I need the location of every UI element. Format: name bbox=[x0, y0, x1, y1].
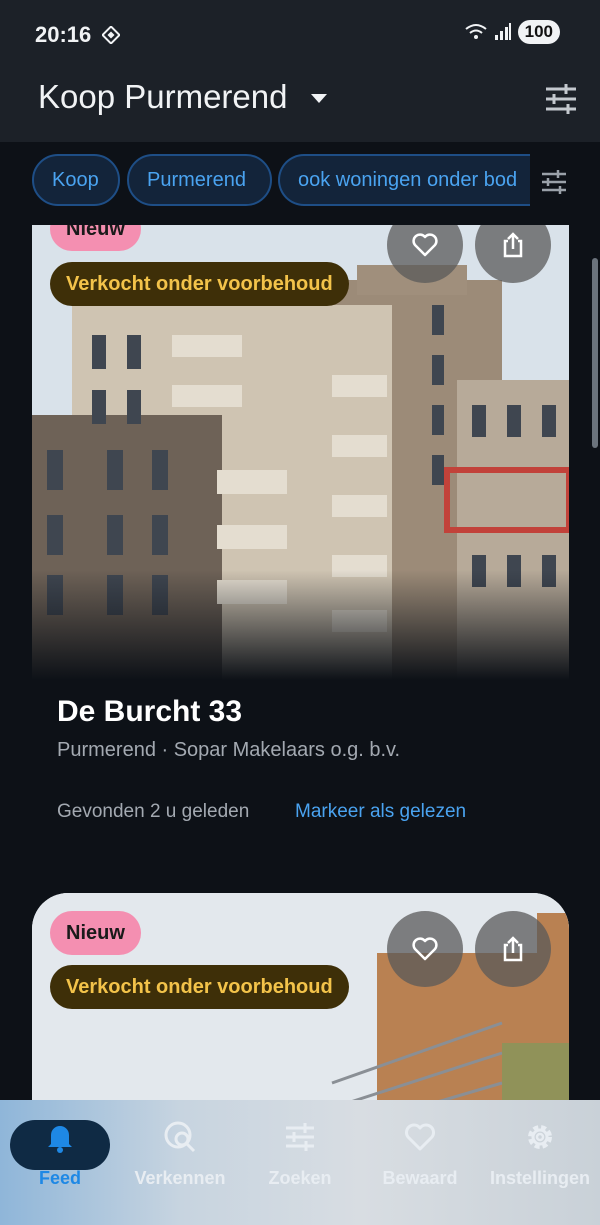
chevron-down-icon[interactable] bbox=[310, 92, 328, 106]
nav-label: Feed bbox=[38, 1168, 81, 1188]
badge-new: Nieuw bbox=[50, 911, 141, 955]
bottom-nav: Feed Verkennen Zoeken Bewaard Instelling… bbox=[0, 1100, 600, 1225]
heart-icon bbox=[405, 1123, 435, 1151]
filter-settings-icon[interactable] bbox=[544, 82, 578, 116]
chip-purmerend[interactable]: Purmerend bbox=[127, 154, 272, 206]
status-time: 20:16 bbox=[35, 22, 92, 47]
status-badge: Verkocht onder voorbehoud bbox=[50, 965, 349, 1009]
favorite-button[interactable] bbox=[387, 911, 463, 987]
filter-icon[interactable] bbox=[540, 168, 568, 196]
nav-instellingen[interactable]: Instellingen bbox=[480, 1120, 600, 1189]
listing-subtitle: Purmerend · Sopar Makelaars o.g. b.v. bbox=[57, 739, 401, 761]
nav-label: Verkennen bbox=[134, 1168, 226, 1188]
nav-verkennen[interactable]: Verkennen bbox=[120, 1120, 240, 1189]
nav-bewaard[interactable]: Bewaard bbox=[360, 1120, 480, 1189]
signal-icon bbox=[494, 23, 511, 40]
share-button[interactable] bbox=[475, 911, 551, 987]
scrollbar[interactable] bbox=[592, 258, 598, 448]
sliders-icon bbox=[286, 1123, 314, 1151]
bell-icon bbox=[48, 1126, 72, 1153]
page-title[interactable]: Koop Purmerend bbox=[38, 78, 287, 116]
nav-label: Zoeken bbox=[268, 1168, 332, 1188]
heart-icon bbox=[412, 233, 438, 257]
heart-icon bbox=[412, 937, 438, 961]
chip-onder-bod[interactable]: ook woningen onder bod bbox=[278, 154, 530, 206]
mark-read-link[interactable]: Markeer als gelezen bbox=[295, 801, 466, 823]
found-time: Gevonden 2 u geleden bbox=[57, 801, 250, 822]
status-badge: Verkocht onder voorbehoud bbox=[50, 262, 349, 306]
listing-card[interactable]: Nieuw Verkocht onder voorbehoud De Burch… bbox=[32, 225, 569, 875]
battery-icon: 100 bbox=[517, 20, 560, 44]
badge-new: Nieuw bbox=[50, 225, 141, 251]
status-icons: 100 bbox=[464, 20, 560, 44]
explore-search-icon bbox=[164, 1121, 196, 1153]
status-bar: 20:16 100 bbox=[0, 0, 600, 70]
share-icon bbox=[503, 936, 523, 962]
app-bar: Koop Purmerend bbox=[0, 70, 600, 142]
nav-label: Instellingen bbox=[489, 1168, 590, 1188]
nav-label: Bewaard bbox=[382, 1168, 458, 1188]
listing-title[interactable]: De Burcht 33 bbox=[57, 695, 242, 729]
chip-koop[interactable]: Koop bbox=[32, 154, 120, 206]
notification-diamond-icon bbox=[102, 26, 120, 44]
gear-icon bbox=[528, 1125, 552, 1149]
filter-chips: Koop Purmerend ook woningen onder bod bbox=[0, 142, 600, 220]
nav-feed[interactable]: Feed bbox=[0, 1120, 120, 1189]
wifi-icon bbox=[465, 24, 487, 39]
photo-fade bbox=[32, 570, 569, 680]
nav-zoeken[interactable]: Zoeken bbox=[240, 1120, 360, 1189]
share-icon bbox=[503, 232, 523, 258]
